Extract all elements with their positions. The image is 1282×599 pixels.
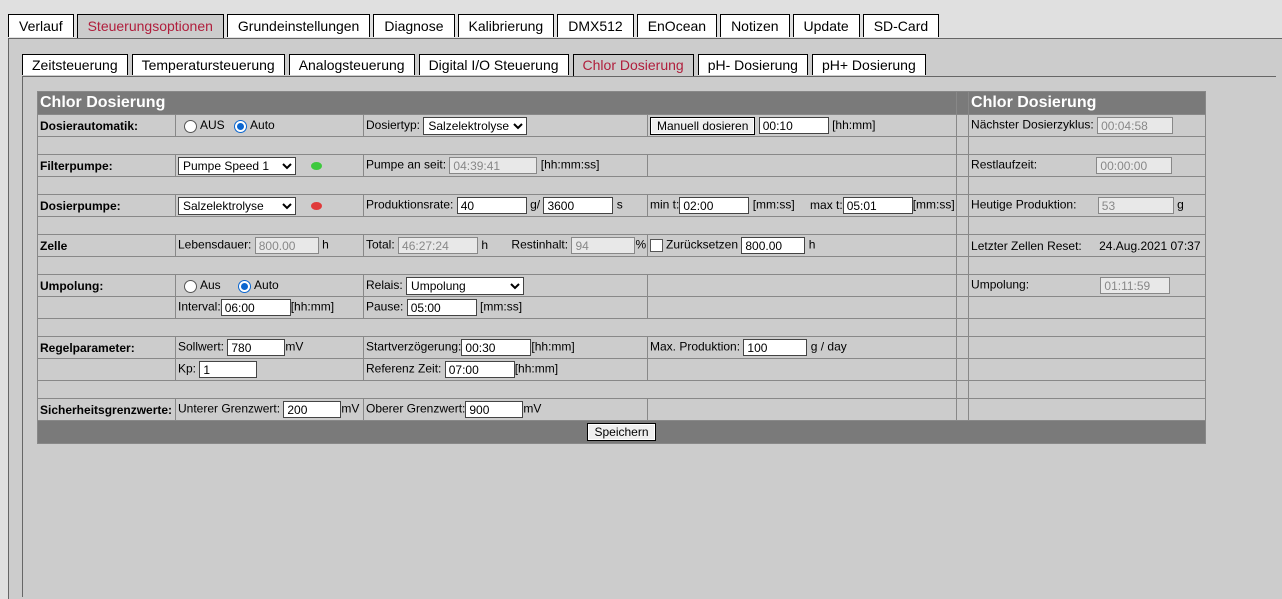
setpoint-input[interactable]: [227, 339, 286, 356]
status-title: Chlor Dosierung: [968, 91, 1207, 115]
tab-notizen[interactable]: Notizen: [720, 14, 790, 37]
rest-content-field: [571, 237, 636, 254]
dosierautomatik-label: Dosierautomatik:: [37, 114, 176, 137]
daily-production-field: [1097, 197, 1174, 214]
sicherheit-label: Sicherheitsgrenzwerte:: [37, 398, 176, 421]
zelle-label: Zelle: [37, 234, 176, 257]
tab-analogsteuerung[interactable]: Analogsteuerung: [288, 54, 415, 75]
red-led-icon: [311, 201, 323, 210]
tab-zeitsteuerung[interactable]: Zeitsteuerung: [22, 54, 128, 75]
tab-steuerungsoptionen[interactable]: Steuerungsoptionen: [76, 14, 224, 39]
tab-dmx512[interactable]: DMX512: [557, 14, 634, 37]
reset-value-input[interactable]: [741, 237, 806, 254]
tab-chlor-dosierung[interactable]: Chlor Dosierung: [572, 54, 694, 77]
dosierpumpe-label: Dosierpumpe:: [37, 194, 176, 217]
next-cycle-field: [1097, 117, 1174, 134]
green-led-icon: [311, 161, 323, 170]
radio-umpolung-auto[interactable]: [238, 279, 252, 293]
manual-time-input[interactable]: [758, 117, 829, 134]
production-time-input[interactable]: [543, 197, 614, 214]
tab-diagnose[interactable]: Diagnose: [373, 14, 455, 37]
max-production-input[interactable]: [743, 339, 808, 356]
min-time-input[interactable]: [679, 197, 750, 214]
section-title: Chlor Dosierung: [36, 91, 958, 115]
relais-select[interactable]: Umpolung: [406, 276, 525, 295]
tab-enocean[interactable]: EnOcean: [636, 14, 718, 37]
tab-kalibrierung[interactable]: Kalibrierung: [457, 14, 555, 37]
max-time-input[interactable]: [842, 197, 913, 214]
chlor-settings-table: Chlor Dosierung Chlor Dosierung Dosierau…: [36, 91, 1207, 444]
total-field: [398, 237, 479, 254]
filterpumpe-label: Filterpumpe:: [37, 154, 176, 177]
tab-ph-minus[interactable]: pH- Dosierung: [697, 54, 808, 75]
lower-limit-input[interactable]: [283, 401, 342, 418]
tab-sd-card[interactable]: SD-Card: [862, 14, 940, 37]
production-rate-input[interactable]: [456, 197, 527, 214]
restlaufzeit-field: [1096, 157, 1173, 174]
radio-aus[interactable]: [184, 119, 197, 133]
last-reset-value: 24.Aug.2021 07:37: [1099, 238, 1201, 253]
filterpumpe-select[interactable]: Pumpe Speed 1: [178, 156, 296, 175]
tab-temperatursteuerung[interactable]: Temperatursteuerung: [131, 54, 285, 75]
umpolung-label: Umpolung:: [37, 274, 176, 297]
tab-ph-plus[interactable]: pH+ Dosierung: [811, 54, 926, 75]
lifetime-field: [254, 237, 319, 254]
reset-checkbox[interactable]: [650, 239, 663, 252]
reference-time-input[interactable]: [444, 361, 515, 378]
save-button[interactable]: Speichern: [587, 423, 656, 441]
main-tab-bar: Verlauf Steuerungsoptionen Grundeinstell…: [8, 14, 942, 39]
tab-grundeinstellungen[interactable]: Grundeinstellungen: [226, 14, 371, 37]
kp-input[interactable]: [199, 361, 258, 378]
radio-umpolung-aus[interactable]: [184, 279, 197, 293]
umpolung-timer-field: [1100, 277, 1171, 294]
manual-dose-button[interactable]: Manuell dosieren: [650, 116, 756, 135]
tab-digital-io[interactable]: Digital I/O Steuerung: [418, 54, 569, 75]
pause-input[interactable]: [406, 299, 477, 316]
dosiertyp-select[interactable]: Salzelektrolyse: [423, 116, 528, 135]
sub-tab-bar: Zeitsteuerung Temperatursteuerung Analog…: [22, 54, 930, 77]
interval-input[interactable]: [220, 299, 291, 316]
upper-limit-input[interactable]: [465, 401, 524, 418]
start-delay-input[interactable]: [461, 339, 532, 356]
tab-update[interactable]: Update: [792, 14, 860, 37]
regelparameter-label: Regelparameter:: [37, 336, 176, 359]
tab-verlauf[interactable]: Verlauf: [8, 14, 74, 37]
dosierpumpe-select[interactable]: Salzelektrolyse: [178, 196, 296, 215]
radio-auto[interactable]: [234, 119, 248, 133]
pump-on-since-field: [449, 157, 538, 174]
